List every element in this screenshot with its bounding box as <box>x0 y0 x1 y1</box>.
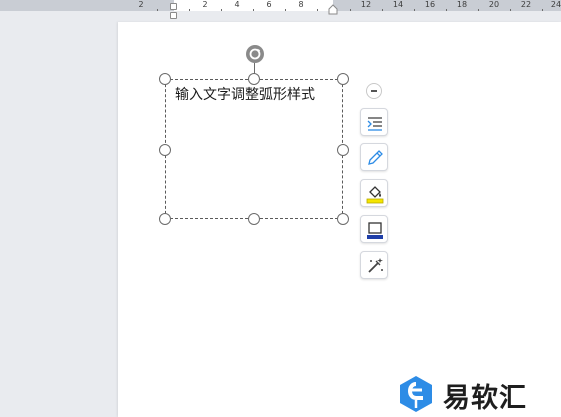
ruler-tick <box>542 9 543 11</box>
pen-icon <box>368 150 383 165</box>
ruler-tick <box>253 9 254 11</box>
ruler-label: 20 <box>488 0 500 9</box>
text-box[interactable]: 输入文字调整弧形样式 <box>165 79 343 219</box>
rotate-handle[interactable] <box>246 45 264 63</box>
ruler-tick <box>446 9 447 11</box>
resize-handle-left[interactable] <box>159 144 171 156</box>
resize-handle-bottom-left[interactable] <box>159 213 171 225</box>
resize-handle-bottom-right[interactable] <box>337 213 349 225</box>
left-indent-marker[interactable] <box>170 12 177 19</box>
effects-button[interactable] <box>360 251 388 279</box>
ruler-label: 4 <box>234 0 240 9</box>
brand-logo-icon <box>400 376 432 412</box>
ruler-tick <box>317 9 318 11</box>
outline-style-button[interactable] <box>360 143 388 171</box>
ruler-tick <box>414 9 415 11</box>
border-button[interactable] <box>360 215 388 243</box>
resize-handle-top-right[interactable] <box>337 73 349 85</box>
horizontal-ruler[interactable]: 2 2 4 6 8 12 14 16 18 20 22 24 <box>0 0 561 11</box>
right-indent-marker[interactable] <box>328 4 338 15</box>
resize-handle-right[interactable] <box>337 144 349 156</box>
resize-handle-top-left[interactable] <box>159 73 171 85</box>
text-box-content[interactable]: 输入文字调整弧形样式 <box>175 86 333 105</box>
resize-handle-bottom[interactable] <box>248 213 260 225</box>
ruler-tick <box>510 9 511 11</box>
ruler-label: 18 <box>456 0 468 9</box>
border-box-icon <box>367 222 383 239</box>
site-watermark: 易软汇 <box>393 370 561 417</box>
ruler-tick <box>382 9 383 11</box>
first-line-indent-marker[interactable] <box>170 3 177 10</box>
rotate-icon <box>249 48 261 60</box>
ruler-tick <box>189 9 190 11</box>
ruler-label: 2 <box>202 0 208 9</box>
ruler-label: 24 <box>550 0 561 9</box>
ruler-label: 22 <box>520 0 532 9</box>
brand-name: 易软汇 <box>443 383 527 414</box>
page-gutter <box>0 11 118 417</box>
ruler-tick <box>157 9 158 11</box>
ruler-label: 14 <box>392 0 404 9</box>
collapse-toolbar-button[interactable] <box>366 83 382 99</box>
ruler-label: 16 <box>424 0 436 9</box>
fill-bucket-icon <box>366 186 384 204</box>
ruler-label: 8 <box>298 0 304 9</box>
ruler-label: 6 <box>266 0 272 9</box>
ruler-tick <box>221 9 222 11</box>
wrap-text-button[interactable] <box>360 108 388 136</box>
magic-wand-icon <box>368 258 383 273</box>
resize-handle-top[interactable] <box>248 73 260 85</box>
wrap-text-icon <box>367 117 382 131</box>
ruler-label: 2 <box>138 0 144 9</box>
fill-button[interactable] <box>360 179 388 207</box>
ruler-tick <box>285 9 286 11</box>
ruler-tick <box>478 9 479 11</box>
ruler-tick <box>350 9 351 11</box>
ruler-label: 12 <box>360 0 372 9</box>
